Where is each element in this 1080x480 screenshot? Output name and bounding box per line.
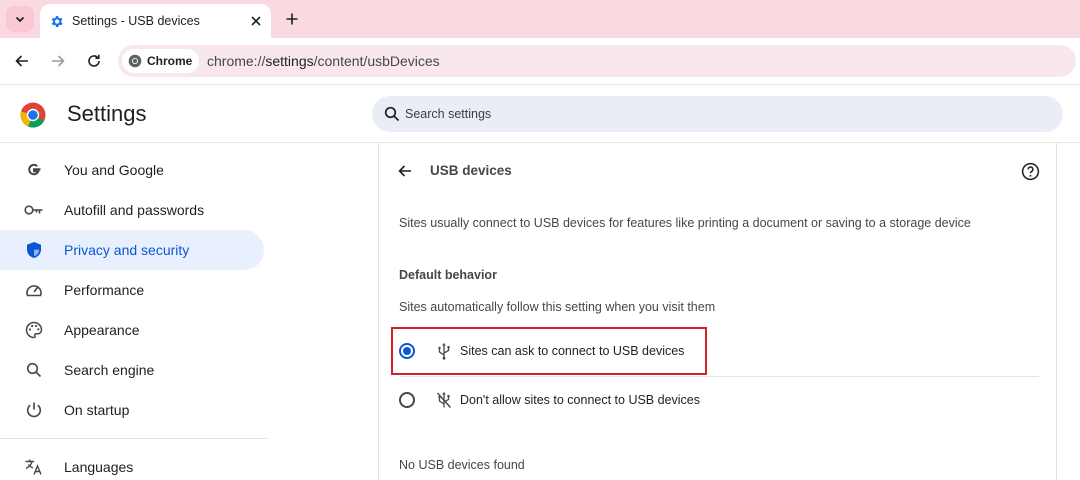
sidebar-item-label: Appearance: [64, 322, 140, 338]
chrome-beta-logo-icon: [20, 102, 46, 128]
empty-state-message: No USB devices found: [399, 458, 525, 472]
back-arrow-button[interactable]: [394, 160, 416, 182]
palette-icon: [24, 320, 44, 340]
search-box[interactable]: [372, 96, 1063, 132]
active-tab[interactable]: Settings - USB devices: [40, 4, 271, 38]
usb-off-icon: [435, 391, 453, 409]
chrome-logo-icon: [128, 54, 142, 68]
radio-option-block[interactable]: Don't allow sites to connect to USB devi…: [393, 378, 1039, 422]
browser-toolbar: Chrome chrome://settings/content/usbDevi…: [0, 38, 1080, 85]
sidebar-item-label: Search engine: [64, 362, 155, 378]
sidebar-item-appearance[interactable]: Appearance: [0, 310, 264, 350]
subpage-title: USB devices: [430, 163, 512, 178]
search-icon: [24, 360, 44, 380]
search-icon: [384, 106, 400, 122]
tab-search-button[interactable]: [6, 6, 34, 32]
power-icon: [24, 400, 44, 420]
translate-icon: [24, 457, 44, 477]
google-g-icon: [24, 160, 44, 180]
url-host: settings: [265, 53, 314, 69]
site-info-chip[interactable]: Chrome: [122, 49, 199, 73]
default-behavior-subheading: Sites automatically follow this setting …: [399, 300, 716, 314]
key-icon: [24, 200, 44, 220]
reload-button[interactable]: [83, 50, 105, 72]
close-icon[interactable]: [247, 12, 265, 30]
plus-icon: [286, 13, 298, 25]
help-button[interactable]: [1019, 160, 1041, 182]
sidebar-item-label: You and Google: [64, 162, 164, 178]
sidebar-item-label: Performance: [64, 282, 145, 298]
arrow-left-icon: [398, 165, 411, 177]
usb-devices-card: USB devices Sites usually connect to USB…: [378, 143, 1057, 480]
sidebar-item-label: On startup: [64, 402, 130, 418]
chevron-down-icon: [15, 16, 25, 23]
radio-button-checked[interactable]: [399, 343, 415, 359]
tab-title: Settings - USB devices: [72, 14, 200, 28]
description-text: Sites usually connect to USB devices for…: [399, 216, 971, 230]
usb-icon: [435, 342, 453, 360]
settings-header: Settings: [0, 86, 1080, 142]
sidebar-divider: [0, 438, 268, 439]
page-title: Settings: [67, 101, 147, 126]
sidebar-item-you-and-google[interactable]: You and Google: [0, 150, 264, 190]
arrow-right-icon: [52, 55, 65, 67]
chip-label: Chrome: [147, 54, 193, 68]
sidebar-item-performance[interactable]: Performance: [0, 270, 264, 310]
tab-strip: Settings - USB devices: [0, 0, 1080, 38]
speedometer-icon: [24, 280, 44, 300]
arrow-left-icon: [15, 55, 28, 67]
default-behavior-heading: Default behavior: [399, 268, 497, 282]
sidebar-item-on-startup[interactable]: On startup: [0, 390, 264, 430]
help-icon: [1021, 162, 1039, 180]
sidebar-item-label: Autofill and passwords: [64, 202, 205, 218]
new-tab-button[interactable]: [280, 7, 304, 31]
sidebar-item-autofill[interactable]: Autofill and passwords: [0, 190, 264, 230]
radio-option-label: Don't allow sites to connect to USB devi…: [460, 393, 701, 407]
settings-gear-icon: [48, 13, 64, 29]
back-button[interactable]: [11, 50, 33, 72]
option-divider: [399, 376, 1039, 377]
sidebar-item-label: Languages: [64, 459, 134, 475]
sidebar-item-languages[interactable]: Languages: [0, 447, 264, 480]
search-input[interactable]: [405, 96, 1045, 132]
address-bar[interactable]: Chrome chrome://settings/content/usbDevi…: [118, 45, 1076, 77]
shield-icon: [24, 240, 44, 260]
sidebar-item-search-engine[interactable]: Search engine: [0, 350, 264, 390]
radio-option-ask[interactable]: Sites can ask to connect to USB devices: [391, 327, 707, 375]
radio-option-label: Sites can ask to connect to USB devices: [460, 344, 685, 358]
sidebar-item-privacy-and-security[interactable]: Privacy and security: [0, 230, 264, 270]
reload-icon: [88, 54, 100, 67]
url-path: /content/usbDevices: [313, 53, 440, 69]
radio-button-unchecked[interactable]: [399, 392, 415, 408]
sidebar: You and Google Autofill and passwords Pr…: [0, 143, 270, 480]
url-scheme: chrome://: [207, 53, 266, 69]
sidebar-item-label: Privacy and security: [64, 242, 190, 258]
url-text[interactable]: chrome://settings/content/usbDevices: [207, 53, 440, 69]
forward-button[interactable]: [47, 50, 69, 72]
